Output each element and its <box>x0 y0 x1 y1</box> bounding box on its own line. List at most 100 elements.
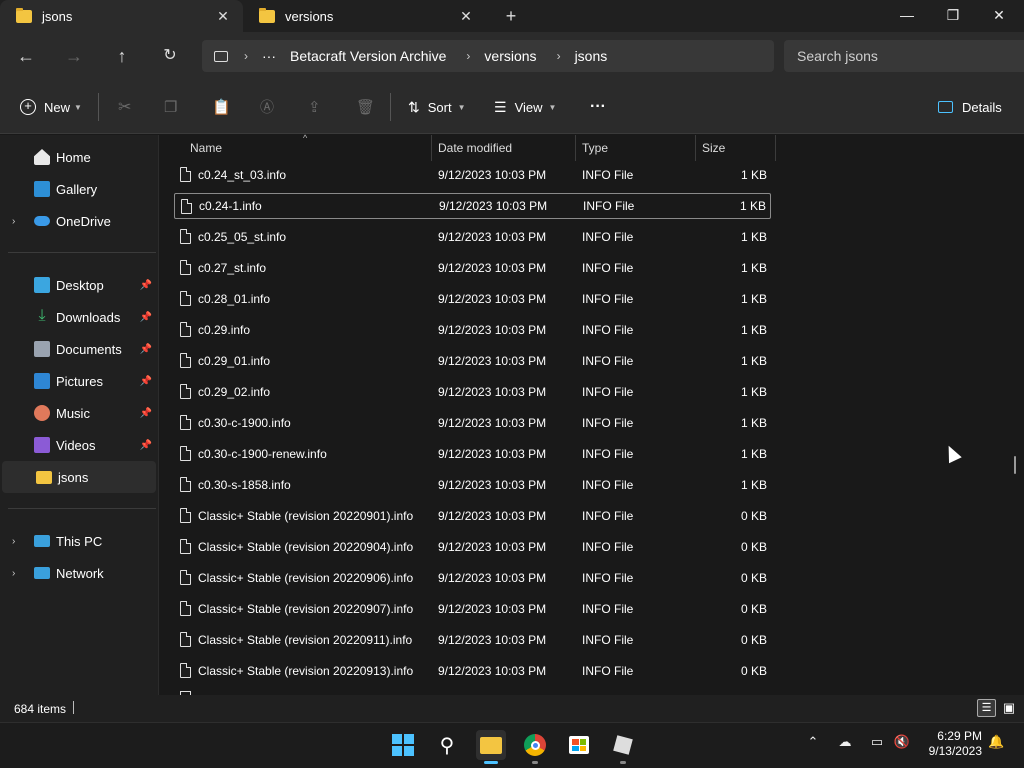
tiles-view-icon[interactable]: ▣ <box>1000 699 1018 717</box>
pin-icon[interactable]: 📌 <box>140 344 152 355</box>
sidebar-item-home[interactable]: Home <box>0 141 158 173</box>
breadcrumb-item[interactable]: Betacraft Version Archive <box>290 48 446 64</box>
chrome-icon[interactable] <box>520 730 550 760</box>
breadcrumb[interactable]: › ··· Betacraft Version Archive › versio… <box>202 40 774 72</box>
table-row[interactable]: c0.28_01.info 9/12/2023 10:03 PM INFO File… <box>174 286 771 312</box>
up-button[interactable]: ↑ <box>110 44 134 68</box>
table-row[interactable]: c0.30-c-1900-renew.info 9/12/2023 10:03 P… <box>174 441 771 467</box>
refresh-button[interactable]: ↻ <box>158 44 182 68</box>
onedrive-tray-icon[interactable]: ☁ <box>836 734 854 754</box>
chevron-down-icon: ▼ <box>548 102 557 112</box>
file-date: 9/12/2023 10:03 PM <box>438 540 547 554</box>
breadcrumb-item[interactable]: jsons <box>575 48 608 64</box>
close-icon[interactable]: ✕ <box>213 6 233 26</box>
column-header-name[interactable]: Name <box>184 140 431 162</box>
column-header-date[interactable]: Date modified <box>432 140 575 162</box>
file-date: 9/12/2023 10:03 PM <box>438 447 547 461</box>
sort-button[interactable]: ⇅ Sort ▼ <box>408 96 466 118</box>
file-explorer-icon[interactable] <box>476 730 506 760</box>
pin-icon[interactable]: 📌 <box>140 440 152 451</box>
table-row[interactable]: Classic+ Stable (revision 20220907).info… <box>174 596 771 622</box>
copy-icon[interactable]: ❐ <box>164 96 177 118</box>
file-date: 9/12/2023 10:03 PM <box>438 230 547 244</box>
clock[interactable]: 6:29 PM 9/13/2023 <box>918 729 982 759</box>
notification-bell-icon[interactable]: 🔔 <box>988 734 1004 754</box>
sidebar-item-downloads[interactable]: ⤓ Downloads 📌 <box>0 301 158 333</box>
chevron-right-icon[interactable]: › <box>12 536 15 547</box>
file-type: INFO File <box>582 540 634 554</box>
sidebar-item-label: OneDrive <box>56 213 111 229</box>
table-row[interactable]: c0.29.info 9/12/2023 10:03 PM INFO File 1 K… <box>174 317 771 343</box>
table-row[interactable]: c0.30-c-1900.info 9/12/2023 10:03 PM INFO … <box>174 410 771 436</box>
file-type: INFO File <box>582 168 634 182</box>
sidebar-item-jsons[interactable]: jsons <box>2 461 156 493</box>
table-row[interactable]: Classic+ Stable (revision 20220904).info… <box>174 534 771 560</box>
table-row[interactable]: Classic+ Stable (revision 20220906).info… <box>174 565 771 591</box>
roblox-icon[interactable] <box>608 730 638 760</box>
file-type: INFO File <box>582 478 634 492</box>
new-tab-button[interactable]: + <box>500 6 522 28</box>
table-row[interactable]: c0.30-s-1858.info 9/12/2023 10:03 PM INFO … <box>174 472 771 498</box>
new-button[interactable]: + New ▼ <box>20 96 82 118</box>
display-icon[interactable]: ▭ <box>868 734 886 754</box>
pin-icon[interactable]: 📌 <box>140 376 152 387</box>
sidebar-item-documents[interactable]: Documents 📌 <box>0 333 158 365</box>
table-row[interactable]: c0.24-1.info 9/12/2023 10:03 PM INFO File 1… <box>174 193 771 219</box>
share-icon[interactable]: ⇪ <box>308 96 321 118</box>
back-button[interactable]: ← <box>14 44 38 68</box>
column-header-type[interactable]: Type <box>576 140 695 162</box>
delete-icon[interactable]: 🗑 <box>356 96 375 118</box>
details-button[interactable]: Details <box>938 96 1002 118</box>
sidebar-item-network[interactable]: › Network <box>0 557 158 589</box>
forward-button[interactable]: → <box>62 44 86 68</box>
chevron-right-icon[interactable]: › <box>12 568 15 579</box>
start-icon[interactable] <box>388 730 418 760</box>
table-row[interactable]: c0.27_st.info 9/12/2023 10:03 PM INFO File… <box>174 255 771 281</box>
search-input[interactable]: Search jsons <box>784 40 1024 72</box>
chevron-up-icon[interactable]: ⌃ <box>805 734 821 754</box>
view-button[interactable]: ☰ View ▼ <box>494 96 556 118</box>
chevron-right-icon[interactable]: › <box>12 216 15 227</box>
scrollbar-thumb[interactable] <box>1014 456 1016 474</box>
volume-muted-icon[interactable]: 🔇 <box>893 734 911 754</box>
table-row[interactable]: Classic+ Stable (revision 20220901).info… <box>174 503 771 529</box>
running-indicator <box>532 761 538 764</box>
details-view-icon[interactable]: ☰ <box>977 699 996 717</box>
search-icon[interactable]: ⚲ <box>432 730 462 760</box>
divider <box>73 701 74 714</box>
store-icon[interactable] <box>564 730 594 760</box>
sidebar-item-gallery[interactable]: Gallery <box>0 173 158 205</box>
breadcrumb-item[interactable]: versions <box>484 48 536 64</box>
sidebar-item-music[interactable]: Music 📌 <box>0 397 158 429</box>
pin-icon[interactable]: 📌 <box>140 312 152 323</box>
minimize-button[interactable]: — <box>884 0 930 32</box>
cloud-icon <box>34 216 50 226</box>
rename-icon[interactable]: Ⓐ <box>260 96 274 118</box>
tab-jsons[interactable]: jsons ✕ <box>0 0 243 32</box>
pin-icon[interactable]: 📌 <box>140 408 152 419</box>
table-row[interactable]: c0.24_st_03.info 9/12/2023 10:03 PM INFO F… <box>174 162 771 188</box>
table-row[interactable]: c0.25_05_st.info 9/12/2023 10:03 PM INFO F… <box>174 224 771 250</box>
column-divider[interactable] <box>775 135 776 161</box>
paste-icon[interactable]: 📋 <box>212 96 231 118</box>
cut-icon[interactable]: ✂ <box>118 96 131 118</box>
breadcrumb-ellipsis[interactable]: ··· <box>262 48 276 64</box>
file-size: 1 KB <box>740 354 767 368</box>
sidebar-item-this-pc[interactable]: › This PC <box>0 525 158 557</box>
videos-icon <box>34 437 50 453</box>
table-row[interactable]: c0.29_01.info 9/12/2023 10:03 PM INFO File… <box>174 348 771 374</box>
sidebar-item-pictures[interactable]: Pictures 📌 <box>0 365 158 397</box>
more-options-button[interactable]: ··· <box>590 96 606 118</box>
sidebar-item-videos[interactable]: Videos 📌 <box>0 429 158 461</box>
close-window-button[interactable]: ✕ <box>976 0 1022 32</box>
maximize-button[interactable]: ❐ <box>930 0 976 32</box>
tab-versions[interactable]: versions ✕ <box>243 0 486 32</box>
column-header-size[interactable]: Size <box>696 140 775 162</box>
table-row[interactable]: Classic+ Stable (revision 20220913).info… <box>174 658 771 684</box>
sidebar-item-desktop[interactable]: Desktop 📌 <box>0 269 158 301</box>
pin-icon[interactable]: 📌 <box>140 280 152 291</box>
table-row[interactable]: Classic+ Stable (revision 20220911).info… <box>174 627 771 653</box>
close-icon[interactable]: ✕ <box>456 6 476 26</box>
table-row[interactable]: c0.29_02.info 9/12/2023 10:03 PM INFO File… <box>174 379 771 405</box>
sidebar-item-onedrive[interactable]: › OneDrive <box>0 205 158 237</box>
